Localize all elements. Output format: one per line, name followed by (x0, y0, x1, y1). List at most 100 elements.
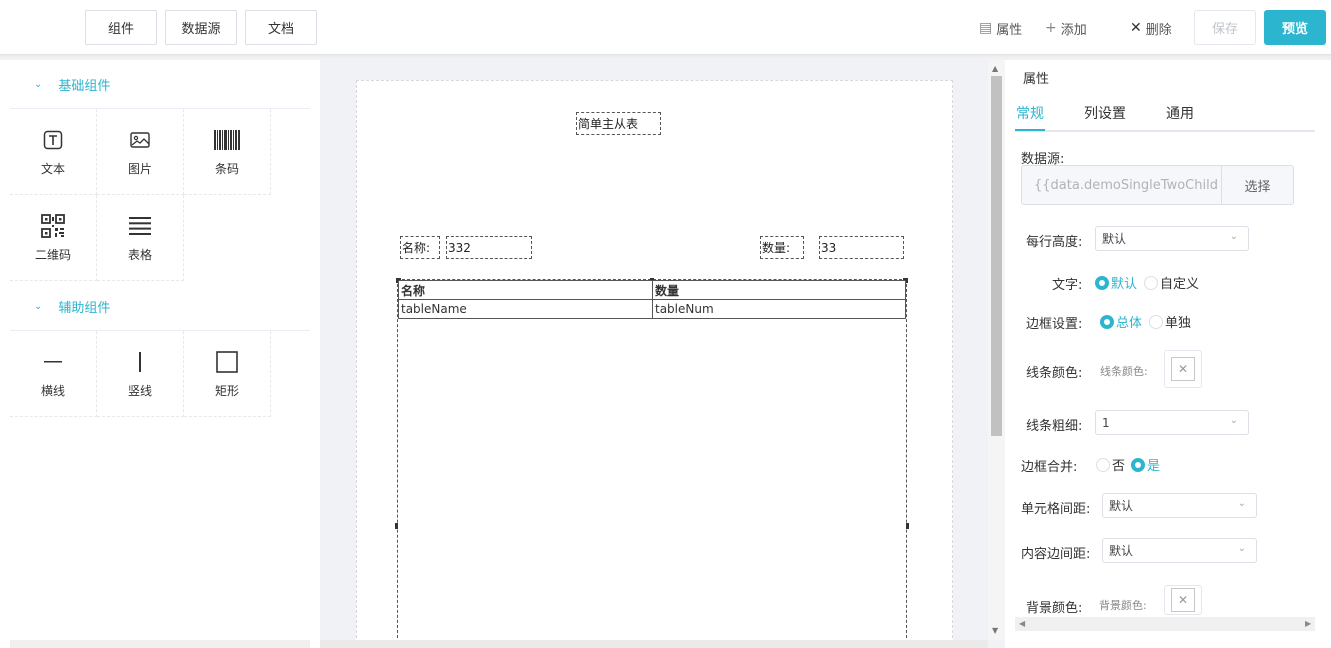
save-button[interactable]: 保存 (1194, 10, 1256, 45)
aux-components-title: 辅助组件 (58, 301, 111, 316)
preview-button[interactable]: 预览 (1264, 10, 1326, 45)
tab-components[interactable]: 组件 (85, 10, 157, 45)
scroll-right-icon[interactable]: ▶ (1305, 619, 1311, 628)
canvas-horizontal-scrollbar[interactable] (320, 640, 988, 648)
table-icon (129, 212, 151, 240)
table-cell[interactable]: tableName (398, 299, 653, 319)
border-collapse-label: 边框合并: (1021, 460, 1078, 475)
data-table: 名称 数量 tableName tableNum (398, 280, 906, 319)
border-collapse-radio-yes[interactable]: 是 (1131, 455, 1160, 474)
delete-button[interactable]: ✕ 删除 (1130, 18, 1172, 38)
datasource-select-button[interactable]: 选择 (1221, 166, 1293, 204)
datasource-field: {{data.demoSingleTwoChild 选择 (1021, 165, 1294, 205)
top-toolbar: 组件 数据源 文档 ▤ 属性 + 添加 ✕ 删除 保存 预览 (0, 0, 1331, 55)
name-value-textbox[interactable]: 332 (446, 236, 532, 259)
tab-docs[interactable]: 文档 (245, 10, 317, 45)
component-vertical-line[interactable]: 竖线 (97, 331, 184, 417)
border-radio-single[interactable]: 单独 (1149, 312, 1191, 331)
properties-label: 属性 (996, 22, 1023, 38)
add-label: 添加 (1060, 22, 1087, 38)
bg-color-hint: 背景颜色: (1099, 599, 1147, 612)
add-button[interactable]: + 添加 (1045, 18, 1087, 38)
padding-value: 默认 (1109, 544, 1134, 558)
border-option-single: 单独 (1165, 316, 1192, 331)
properties-horizontal-scrollbar[interactable]: ◀ ▶ (1015, 617, 1315, 631)
text-radio-default[interactable]: 默认 (1095, 273, 1137, 292)
border-collapse-radio-no[interactable]: 否 (1096, 455, 1125, 474)
table-header-cell[interactable]: 数量 (652, 280, 906, 300)
row-height-select[interactable]: 默认 ⌄ (1095, 226, 1249, 251)
component-label: 条码 (214, 162, 239, 176)
tab-divider (1015, 130, 1315, 132)
basic-components-header[interactable]: ⌄ 基础组件 (10, 61, 310, 109)
bg-color-picker[interactable]: ✕ (1164, 585, 1202, 615)
radio-checked-icon (1095, 275, 1109, 290)
border-collapse-yes: 是 (1147, 459, 1161, 474)
close-icon: ✕ (1171, 588, 1195, 612)
basic-components-title: 基础组件 (58, 79, 111, 94)
component-horizontal-line[interactable]: 横线 (10, 331, 97, 417)
datasource-input[interactable]: {{data.demoSingleTwoChild (1022, 166, 1221, 204)
chevron-down-icon: ⌄ (1229, 231, 1238, 242)
component-barcode[interactable]: 条码 (184, 109, 271, 195)
line-width-select[interactable]: 1 ⌄ (1095, 410, 1249, 435)
plus-icon: + (1045, 20, 1057, 36)
aux-components-header[interactable]: ⌄ 辅助组件 (10, 283, 310, 331)
properties-panel-title: 属性 (1023, 72, 1050, 87)
row-height-value: 默认 (1102, 232, 1127, 246)
component-label: 二维码 (34, 248, 71, 262)
component-label: 竖线 (127, 384, 152, 398)
component-image[interactable]: 图片 (97, 109, 184, 195)
properties-button[interactable]: ▤ 属性 (979, 18, 1022, 38)
component-label: 表格 (127, 248, 152, 262)
chevron-down-icon: ⌄ (1237, 498, 1246, 509)
name-label-textbox[interactable]: 名称: (400, 236, 440, 259)
scroll-up-icon[interactable]: ▲ (992, 64, 998, 73)
close-icon: ✕ (1171, 357, 1195, 381)
tab-general[interactable]: 常规 (1016, 103, 1044, 123)
cell-spacing-select[interactable]: 默认 ⌄ (1102, 493, 1257, 518)
properties-icon: ▤ (979, 20, 993, 36)
line-color-label: 线条颜色: (1026, 366, 1083, 381)
component-table[interactable]: 表格 (97, 195, 184, 281)
padding-select[interactable]: 默认 ⌄ (1102, 538, 1257, 563)
tab-common[interactable]: 通用 (1166, 103, 1194, 123)
chevron-down-icon: ⌄ (1237, 543, 1246, 554)
component-rectangle[interactable]: 矩形 (184, 331, 271, 417)
tab-datasource[interactable]: 数据源 (165, 10, 237, 45)
line-color-picker[interactable]: ✕ (1164, 350, 1202, 388)
scroll-down-icon[interactable]: ▼ (992, 626, 998, 635)
qrcode-icon (41, 212, 65, 240)
scrollbar-thumb[interactable] (991, 76, 1002, 436)
scroll-left-icon[interactable]: ◀ (1019, 619, 1025, 628)
radio-unchecked-icon (1096, 457, 1110, 472)
qty-value-textbox[interactable]: 33 (819, 236, 904, 259)
component-qrcode[interactable]: 二维码 (10, 195, 97, 281)
table-cell[interactable]: tableNum (652, 299, 906, 319)
cell-spacing-value: 默认 (1109, 499, 1134, 513)
resize-handle[interactable] (395, 523, 398, 529)
chevron-down-icon: ⌄ (34, 79, 43, 90)
qty-label-textbox[interactable]: 数量: (760, 236, 804, 259)
radio-checked-icon (1100, 314, 1114, 329)
canvas-vertical-scrollbar[interactable]: ▲ ▼ (988, 60, 1005, 640)
bg-color-label: 背景颜色: (1026, 601, 1083, 616)
text-radio-custom[interactable]: 自定义 (1144, 273, 1199, 292)
text-option-default: 默认 (1111, 277, 1138, 292)
text-icon (43, 126, 63, 154)
component-text[interactable]: 文本 (10, 109, 97, 195)
table-header-cell[interactable]: 名称 (398, 280, 653, 300)
line-width-value: 1 (1102, 415, 1110, 430)
report-title-textbox[interactable]: 简单主从表 (576, 112, 661, 135)
tab-column-settings[interactable]: 列设置 (1084, 103, 1126, 123)
border-setting-label: 边框设置: (1026, 317, 1083, 332)
component-label: 文本 (40, 162, 65, 176)
left-panel-scrollbar[interactable] (10, 640, 310, 648)
border-radio-all[interactable]: 总体 (1100, 312, 1142, 331)
component-label: 图片 (127, 162, 152, 176)
cell-spacing-label: 单元格间距: (1021, 502, 1091, 517)
resize-handle[interactable] (906, 523, 909, 529)
table-component[interactable]: 名称 数量 tableName tableNum (395, 278, 909, 648)
line-width-label: 线条粗细: (1026, 419, 1083, 434)
row-height-label: 每行高度: (1026, 235, 1083, 250)
